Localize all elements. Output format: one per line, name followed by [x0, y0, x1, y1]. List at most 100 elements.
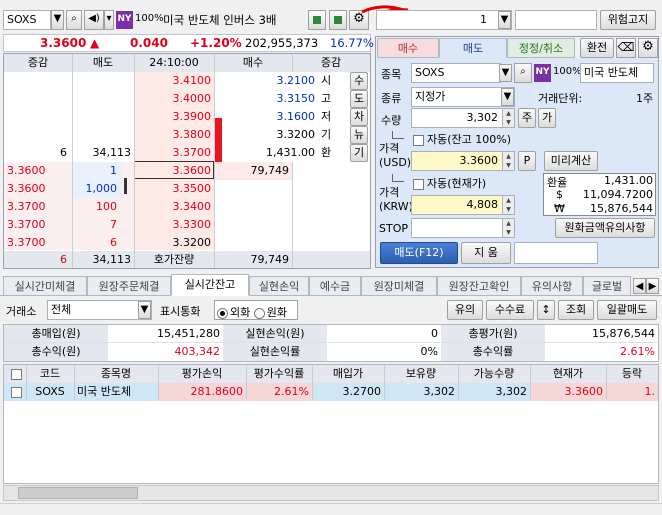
summary-value: 2.61% — [620, 345, 655, 358]
tab-sell[interactable]: 매도 — [439, 38, 507, 58]
tab-modify-cancel[interactable]: 정정/취소 — [507, 38, 575, 58]
scrollbar-thumb[interactable] — [18, 487, 138, 499]
side-button-buy[interactable]: 수 — [350, 72, 368, 90]
password-input[interactable] — [515, 10, 597, 30]
qty-add-button[interactable]: 가 — [538, 108, 556, 128]
query-button[interactable]: 조회 — [558, 300, 594, 320]
tick-qty: 7 — [110, 218, 117, 231]
ask-price[interactable]: 3.4000 — [134, 90, 214, 108]
ask-price[interactable]: 3.4100 — [134, 72, 214, 90]
speaker-icon[interactable]: ◀) — [84, 10, 104, 30]
col-header[interactable]: 평가수익률 — [246, 365, 312, 383]
tab-ledger-balance-check[interactable]: 원장잔고확인 — [437, 276, 521, 296]
dropdown-button[interactable]: ▼ — [138, 301, 151, 319]
col-header[interactable]: 종목명 — [74, 365, 158, 383]
tab-ledger-unfilled[interactable]: 원장미체결 — [361, 276, 437, 296]
dropdown-button[interactable]: ▼ — [501, 88, 514, 106]
tab-global[interactable]: 글로벌 — [583, 276, 631, 296]
dropdown-button[interactable]: ▼ — [499, 64, 512, 82]
eraser-icon[interactable]: ⌫ — [616, 38, 636, 58]
row-checkbox[interactable] — [8, 383, 26, 401]
divider — [530, 365, 531, 401]
fee-button[interactable]: 수수료 — [486, 300, 534, 320]
ask-price[interactable]: 3.3700 — [134, 144, 214, 162]
tab-realtime-unfilled[interactable]: 실시간미체결 — [3, 276, 87, 296]
notice-button[interactable]: 유의 — [447, 300, 483, 320]
stat-label: 환 — [321, 146, 332, 159]
order-type-select[interactable]: 지정가 — [411, 87, 515, 107]
exchange-select[interactable]: 전체 — [47, 300, 152, 320]
col-header[interactable]: 매입가 — [312, 365, 384, 383]
stat-value: 3.2100 — [276, 74, 316, 87]
col-header[interactable]: 평가손익 — [158, 365, 246, 383]
tick-scroll-thumb[interactable] — [124, 178, 127, 194]
ask-price[interactable]: 3.3800 — [134, 126, 214, 144]
tab-realtime-balance[interactable]: 실시간잔고 — [171, 274, 249, 296]
side-button-news[interactable]: 뉴 — [350, 126, 368, 144]
exchange-label: 거래소 — [6, 305, 37, 318]
risk-notice-button[interactable]: 위험고지 — [600, 10, 656, 30]
bid-qty: 79,749 — [214, 162, 292, 180]
col-header[interactable]: 등락 — [606, 365, 658, 383]
sort-button[interactable]: ↕ — [537, 300, 555, 320]
tab-notes[interactable]: 유의사항 — [521, 276, 583, 296]
radio-krw[interactable] — [253, 307, 265, 319]
search-icon[interactable]: ⌕ — [514, 63, 532, 83]
order-symbol-input[interactable]: SOXS — [411, 63, 501, 83]
chevron-down-icon[interactable]: ▾ — [104, 10, 114, 30]
select-all-checkbox[interactable] — [8, 365, 26, 383]
qty-input[interactable]: 3,302 — [411, 108, 515, 128]
auto-current-checkbox[interactable]: 자동(현재가) — [413, 175, 486, 191]
ask-price[interactable]: 3.3900 — [134, 108, 214, 126]
window-bottom-edge — [0, 503, 662, 515]
summary-label: 총수익(원) — [4, 343, 108, 361]
side-button-more[interactable]: 기 — [350, 144, 368, 162]
bid-price[interactable]: 3.3300 — [134, 216, 214, 234]
account-input[interactable]: 1 — [376, 10, 512, 30]
col-header[interactable]: 현재가 — [530, 365, 606, 383]
qty-stepper[interactable]: ▲ ▼ — [502, 109, 514, 127]
tab-buy[interactable]: 매수 — [377, 38, 439, 58]
bid-price[interactable]: 3.3200 — [134, 234, 214, 252]
window-icon[interactable] — [329, 10, 347, 30]
col-header[interactable]: 가능수량 — [458, 365, 530, 383]
bulk-sell-button[interactable]: 일괄매도 — [597, 300, 657, 320]
chart-icon[interactable] — [308, 10, 326, 30]
stop-input[interactable] — [411, 218, 515, 238]
radio-foreign[interactable] — [217, 307, 228, 319]
dropdown-button[interactable]: ▼ — [51, 10, 64, 30]
tree-branch — [392, 131, 404, 139]
price-krw-stepper[interactable]: ▲ ▼ — [502, 196, 514, 214]
fx-notice-button[interactable]: 원화금액유의사항 — [555, 218, 655, 238]
col-header[interactable]: 코드 — [26, 365, 74, 383]
col-header[interactable]: 보유량 — [384, 365, 458, 383]
side-button-chart[interactable]: 차 — [350, 108, 368, 126]
price-usd-input[interactable]: 3.3600 — [411, 151, 515, 171]
qty-unit-button[interactable]: 주 — [518, 108, 536, 128]
price-krw-input[interactable]: 4,808 — [411, 195, 515, 215]
price-p-button[interactable]: P — [518, 151, 536, 171]
auto-balance-checkbox[interactable]: 자동(잔고 100%) — [413, 131, 511, 147]
tab-scroll-left[interactable]: ◀ — [633, 278, 646, 294]
sell-submit-button[interactable]: 매도(F12) — [380, 242, 458, 264]
exchange-button[interactable]: 환전 — [580, 38, 614, 58]
gear-icon[interactable]: ⚙ — [638, 38, 658, 58]
tab-realized-pnl[interactable]: 실현손익 — [249, 276, 309, 296]
account-dropdown[interactable]: ▼ — [498, 11, 511, 29]
tick-price: 3.3600 — [7, 182, 46, 195]
bid-price[interactable]: 3.3400 — [134, 198, 214, 216]
precalc-button[interactable]: 미리계산 — [544, 151, 598, 171]
currency-radio-group[interactable]: 외화 원화 — [214, 300, 298, 320]
type-label: 종류 — [381, 92, 402, 105]
search-icon[interactable]: ⌕ — [66, 10, 82, 30]
price-usd-stepper[interactable]: ▲ ▼ — [502, 152, 514, 170]
bid-price[interactable]: 3.3600 — [134, 162, 214, 180]
stop-stepper[interactable]: ▲ ▼ — [502, 219, 514, 237]
reset-button[interactable]: 지 움 — [461, 242, 511, 264]
tab-ledger-fills[interactable]: 원장주문체결 — [87, 276, 171, 296]
tab-deposit[interactable]: 예수금 — [309, 276, 361, 296]
tab-scroll-right[interactable]: ▶ — [646, 278, 659, 294]
symbol-input[interactable]: SOXS — [3, 10, 51, 30]
side-button-sell[interactable]: 도 — [350, 90, 368, 108]
bid-price[interactable]: 3.3500 — [134, 180, 214, 198]
